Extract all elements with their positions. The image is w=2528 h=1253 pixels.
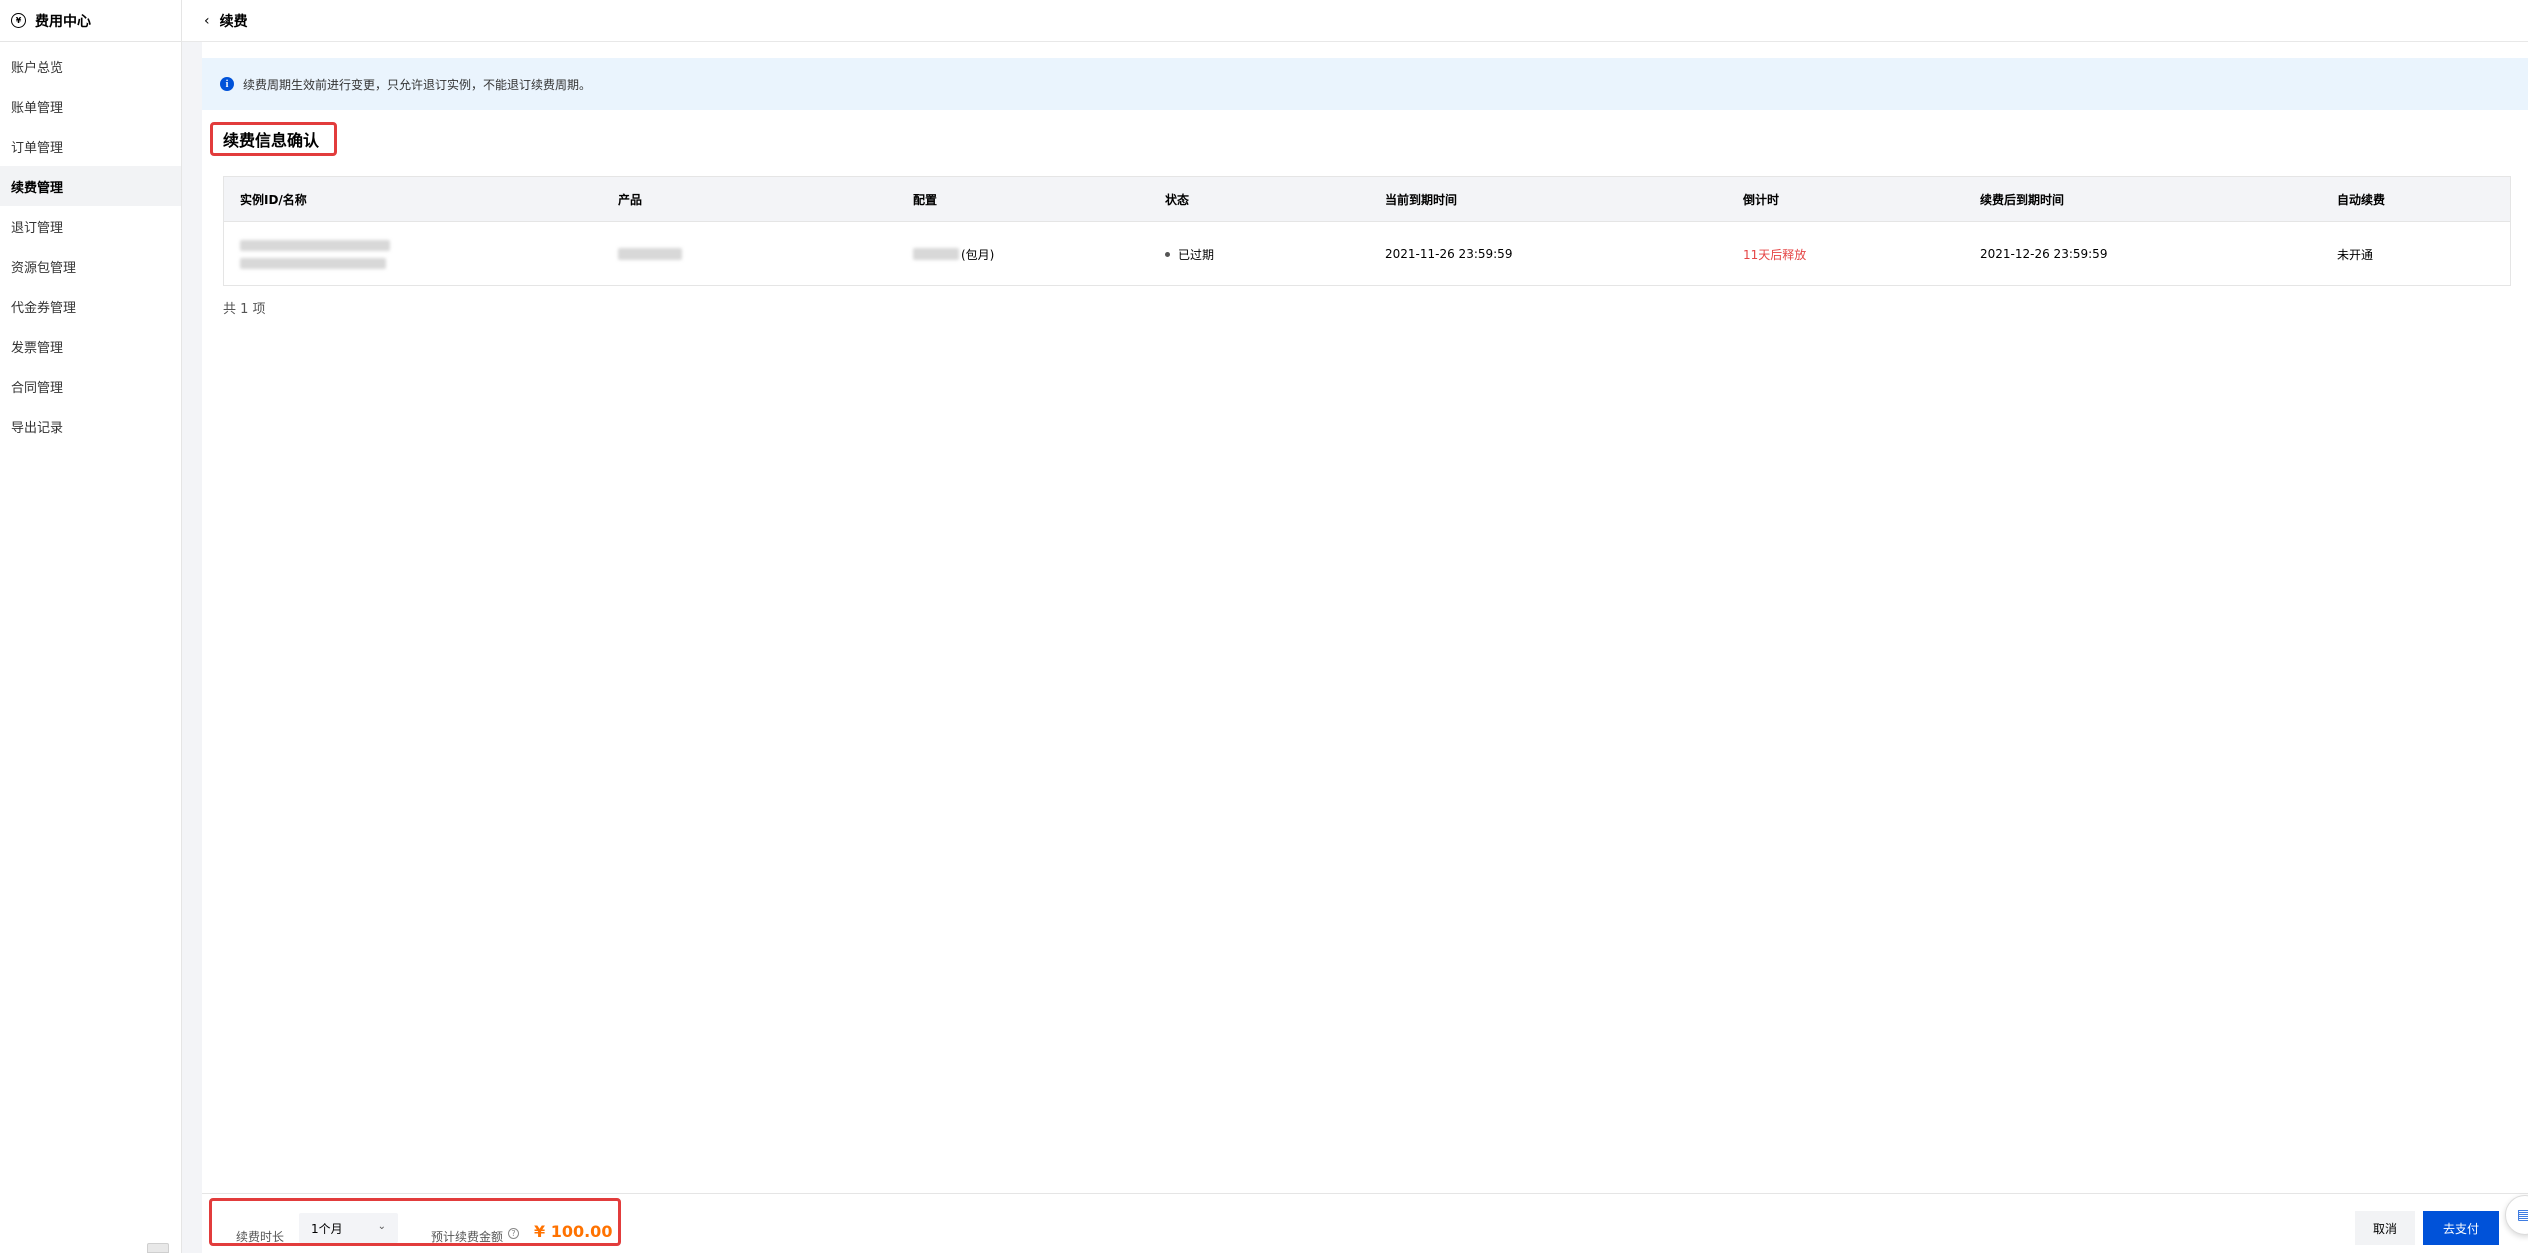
chat-icon: ▤ xyxy=(2517,1207,2528,1223)
sidebar-item-vouchers[interactable]: 代金券管理 xyxy=(0,286,181,326)
sidebar-header: ¥ 费用中心 xyxy=(0,0,181,42)
sidebar-item-resource-packs[interactable]: 资源包管理 xyxy=(0,246,181,286)
chevron-down-icon: ⌄ xyxy=(377,1221,386,1232)
estimate-amount: ¥ 100.00 xyxy=(534,1222,613,1241)
redacted-config xyxy=(913,248,959,260)
table-row: (包月) 已过期 2021-11-26 23:59:59 11天后释放 2021… xyxy=(224,222,2510,286)
column-header-status: 状态 xyxy=(1165,192,1190,207)
current-expiry-cell: 2021-11-26 23:59:59 xyxy=(1385,247,1513,261)
cancel-button[interactable]: 取消 xyxy=(2355,1211,2415,1245)
sidebar-item-renewals[interactable]: 续费管理 xyxy=(0,166,181,206)
info-banner: i 续费周期生效前进行变更，只允许退订实例，不能退订续费周期。 xyxy=(202,58,2528,110)
estimate-label: 预计续费金额 xyxy=(431,1230,504,1244)
info-icon: i xyxy=(220,77,234,91)
countdown-cell: 11天后释放 xyxy=(1743,247,1807,262)
duration-select[interactable]: 1个月 ⌄ xyxy=(299,1213,398,1243)
status-cell: 已过期 xyxy=(1165,222,1214,286)
column-header-renewed-expiry: 续费后到期时间 xyxy=(1980,192,2065,207)
column-header-current-expiry: 当前到期时间 xyxy=(1385,192,1458,207)
pay-button[interactable]: 去支付 xyxy=(2423,1211,2499,1245)
redacted-product xyxy=(618,248,682,260)
currency-icon: ¥ xyxy=(11,13,26,28)
status-dot-icon xyxy=(1165,251,1170,257)
sidebar-nav: 账户总览 账单管理 订单管理 续费管理 退订管理 资源包管理 代金券管理 发票管… xyxy=(0,46,181,446)
renewed-expiry-cell: 2021-12-26 23:59:59 xyxy=(1980,247,2108,261)
redacted-instance-name xyxy=(240,257,386,269)
config-cell: (包月) xyxy=(913,222,994,286)
info-banner-text: 续费周期生效前进行变更，只允许退订实例，不能退订续费周期。 xyxy=(243,77,592,92)
sidebar-item-bills[interactable]: 账单管理 xyxy=(0,86,181,126)
table-total-count: 共 1 项 xyxy=(223,302,266,317)
sidebar-item-export-records[interactable]: 导出记录 xyxy=(0,406,181,446)
column-header-auto-renew: 自动续费 xyxy=(2337,192,2386,207)
sidebar-item-invoices[interactable]: 发票管理 xyxy=(0,326,181,366)
sidebar-title: 费用中心 xyxy=(35,13,91,30)
column-header-countdown: 倒计时 xyxy=(1743,192,1780,207)
column-header-product: 产品 xyxy=(618,192,643,207)
help-icon[interactable]: ? xyxy=(508,1228,519,1239)
back-chevron-icon[interactable]: ‹ xyxy=(204,13,210,29)
section-title: 续费信息确认 xyxy=(210,122,337,156)
sidebar-item-contracts[interactable]: 合同管理 xyxy=(0,366,181,406)
sidebar: ¥ 费用中心 账户总览 账单管理 订单管理 续费管理 退订管理 资源包管理 代金… xyxy=(0,0,182,1253)
redacted-instance-id xyxy=(240,239,390,251)
config-billing-mode: (包月) xyxy=(961,247,995,262)
bottom-action-bar: 续费时长 1个月 ⌄ 预计续费金额 ? ¥ 100.00 取消 去支付 xyxy=(202,1193,2528,1253)
renewal-table: 实例ID/名称 产品 配置 状态 当前到期时间 倒计时 续费后到期时间 自动续费… xyxy=(223,176,2511,286)
page-title: 续费 xyxy=(219,13,248,30)
column-header-instance: 实例ID/名称 xyxy=(240,192,307,207)
sidebar-item-orders[interactable]: 订单管理 xyxy=(0,126,181,166)
status-text: 已过期 xyxy=(1178,247,1215,262)
sidebar-item-refunds[interactable]: 退订管理 xyxy=(0,206,181,246)
sidebar-collapse-handle[interactable] xyxy=(147,1243,169,1253)
duration-value: 1个月 xyxy=(311,1221,343,1236)
auto-renew-cell: 未开通 xyxy=(2337,247,2374,262)
instance-cell xyxy=(240,222,390,286)
duration-label: 续费时长 xyxy=(236,1230,285,1244)
column-header-config: 配置 xyxy=(913,192,938,207)
content-gutter xyxy=(182,42,202,1253)
sidebar-item-account-overview[interactable]: 账户总览 xyxy=(0,46,181,86)
top-bar: ‹ 续费 xyxy=(182,0,2528,42)
product-cell xyxy=(618,222,682,286)
table-header: 实例ID/名称 产品 配置 状态 当前到期时间 倒计时 续费后到期时间 自动续费 xyxy=(224,177,2510,222)
